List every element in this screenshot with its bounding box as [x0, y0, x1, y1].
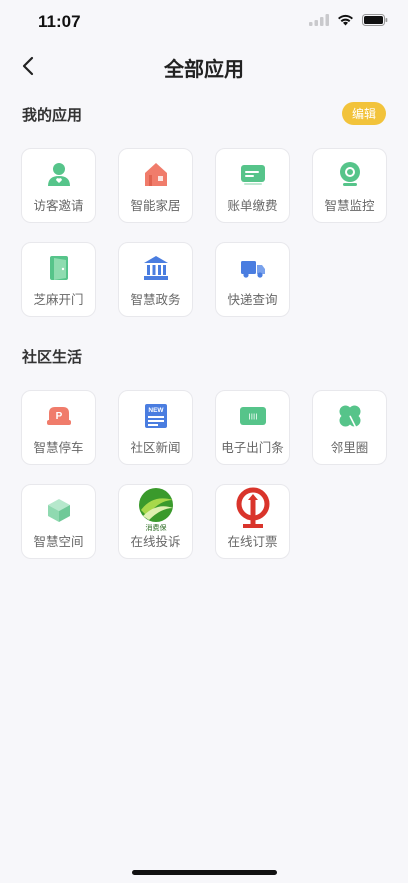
- app-tile-smart-monitor[interactable]: 智慧监控: [312, 148, 387, 223]
- app-tile-delivery-query[interactable]: 快递查询: [215, 242, 290, 317]
- visitor-icon: [47, 163, 70, 186]
- app-tile-label: 在线订票: [227, 534, 278, 549]
- pass-ticket-badge: IIII: [248, 413, 257, 422]
- app-tile-label: 智能家居: [130, 198, 181, 213]
- consumer-protection-logo-icon: 消费保: [138, 488, 173, 532]
- clover-icon: [339, 405, 360, 429]
- app-tile-bill-payment[interactable]: 账单缴费: [215, 148, 290, 223]
- cube-icon: [47, 499, 70, 522]
- cellular-signal-icon: [309, 14, 329, 26]
- news-badge: NEW: [148, 407, 164, 414]
- app-tile-label: 访客邀请: [33, 198, 84, 213]
- status-time: 11:07: [38, 12, 81, 31]
- app-tile-neighborhood[interactable]: 邻里圈: [312, 390, 387, 465]
- app-tile-label: 芝麻开门: [33, 292, 84, 307]
- pass-ticket-icon: IIII: [239, 407, 266, 425]
- app-tile-label: 智慧空间: [33, 534, 84, 549]
- page-title: 全部应用: [164, 57, 244, 81]
- app-tile-label: 在线投诉: [130, 534, 181, 549]
- home-indicator[interactable]: [132, 870, 277, 875]
- wifi-icon: [338, 14, 353, 26]
- my-apps-title: 我的应用: [22, 106, 83, 124]
- community-title: 社区生活: [22, 348, 83, 366]
- camera-icon: [339, 162, 360, 186]
- app-tile-visitor-invite[interactable]: 访客邀请: [21, 148, 96, 223]
- news-icon: NEW: [144, 404, 167, 428]
- battery-icon: [362, 14, 388, 26]
- community-header: 社区生活: [0, 334, 408, 380]
- government-icon: [143, 256, 168, 280]
- edit-button[interactable]: 编辑: [341, 102, 386, 125]
- app-tile-smart-parking[interactable]: P 智慧停车: [21, 390, 96, 465]
- app-tile-label: 智慧监控: [324, 198, 375, 213]
- status-icons: [309, 14, 388, 26]
- parking-badge: P: [55, 411, 62, 422]
- bill-icon: [240, 165, 265, 185]
- app-tile-smart-home[interactable]: 智能家居: [118, 148, 193, 223]
- app-tile-label: 智慧停车: [33, 440, 84, 455]
- door-icon: [49, 256, 68, 280]
- app-tile-label: 快递查询: [227, 292, 278, 307]
- app-tile-online-complaint[interactable]: 消费保 在线投诉: [118, 484, 193, 559]
- app-tile-label: 电子出门条: [221, 440, 284, 455]
- app-tile-label: 邻里圈: [330, 440, 369, 455]
- railway-logo-icon: [236, 487, 269, 528]
- parking-icon: P: [46, 407, 71, 425]
- app-tile-label: 社区新闻: [130, 440, 181, 455]
- home-icon: [144, 163, 167, 186]
- app-tile-label: 账单缴费: [227, 198, 278, 213]
- status-bar: 11:07: [0, 0, 408, 44]
- delivery-truck-icon: [240, 261, 265, 278]
- my-apps-header: 我的应用 编辑: [0, 92, 408, 138]
- app-tile-label: 智慧政务: [130, 292, 181, 307]
- nav-bar: 全部应用: [0, 44, 408, 88]
- app-tile-open-door[interactable]: 芝麻开门: [21, 242, 96, 317]
- app-tile-online-ticket[interactable]: 在线订票: [215, 484, 290, 559]
- app-tile-community-news[interactable]: NEW 社区新闻: [118, 390, 193, 465]
- app-tile-smart-space[interactable]: 智慧空间: [21, 484, 96, 559]
- app-tile-smart-government[interactable]: 智慧政务: [118, 242, 193, 317]
- app-tile-exit-pass[interactable]: IIII 电子出门条: [215, 390, 290, 465]
